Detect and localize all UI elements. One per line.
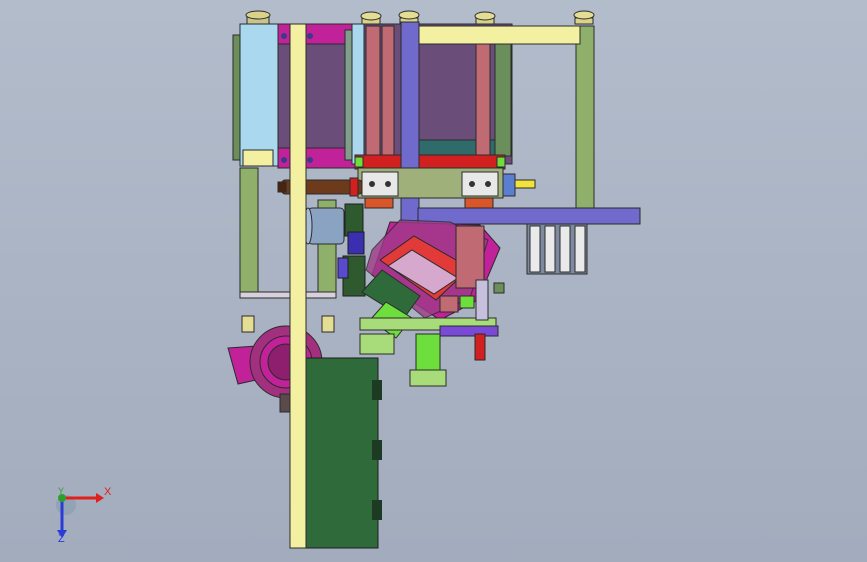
material-bin[interactable] [351, 23, 513, 170]
clamp-blocks[interactable] [357, 167, 536, 209]
machine-assembly-model[interactable] [0, 0, 867, 562]
control-cabinet[interactable] [305, 357, 382, 549]
cad-viewport[interactable]: X Y Z [0, 0, 867, 562]
z-axis-label: Z [58, 533, 65, 545]
x-axis-label: X [104, 486, 112, 498]
left-cylinder-housing[interactable] [232, 10, 281, 167]
small-cylinder[interactable] [303, 207, 345, 245]
mounting-screws [360, 10, 595, 25]
y-axis-label: Y [58, 486, 65, 496]
coordinate-triad [56, 493, 104, 538]
comb-slats [526, 223, 588, 275]
